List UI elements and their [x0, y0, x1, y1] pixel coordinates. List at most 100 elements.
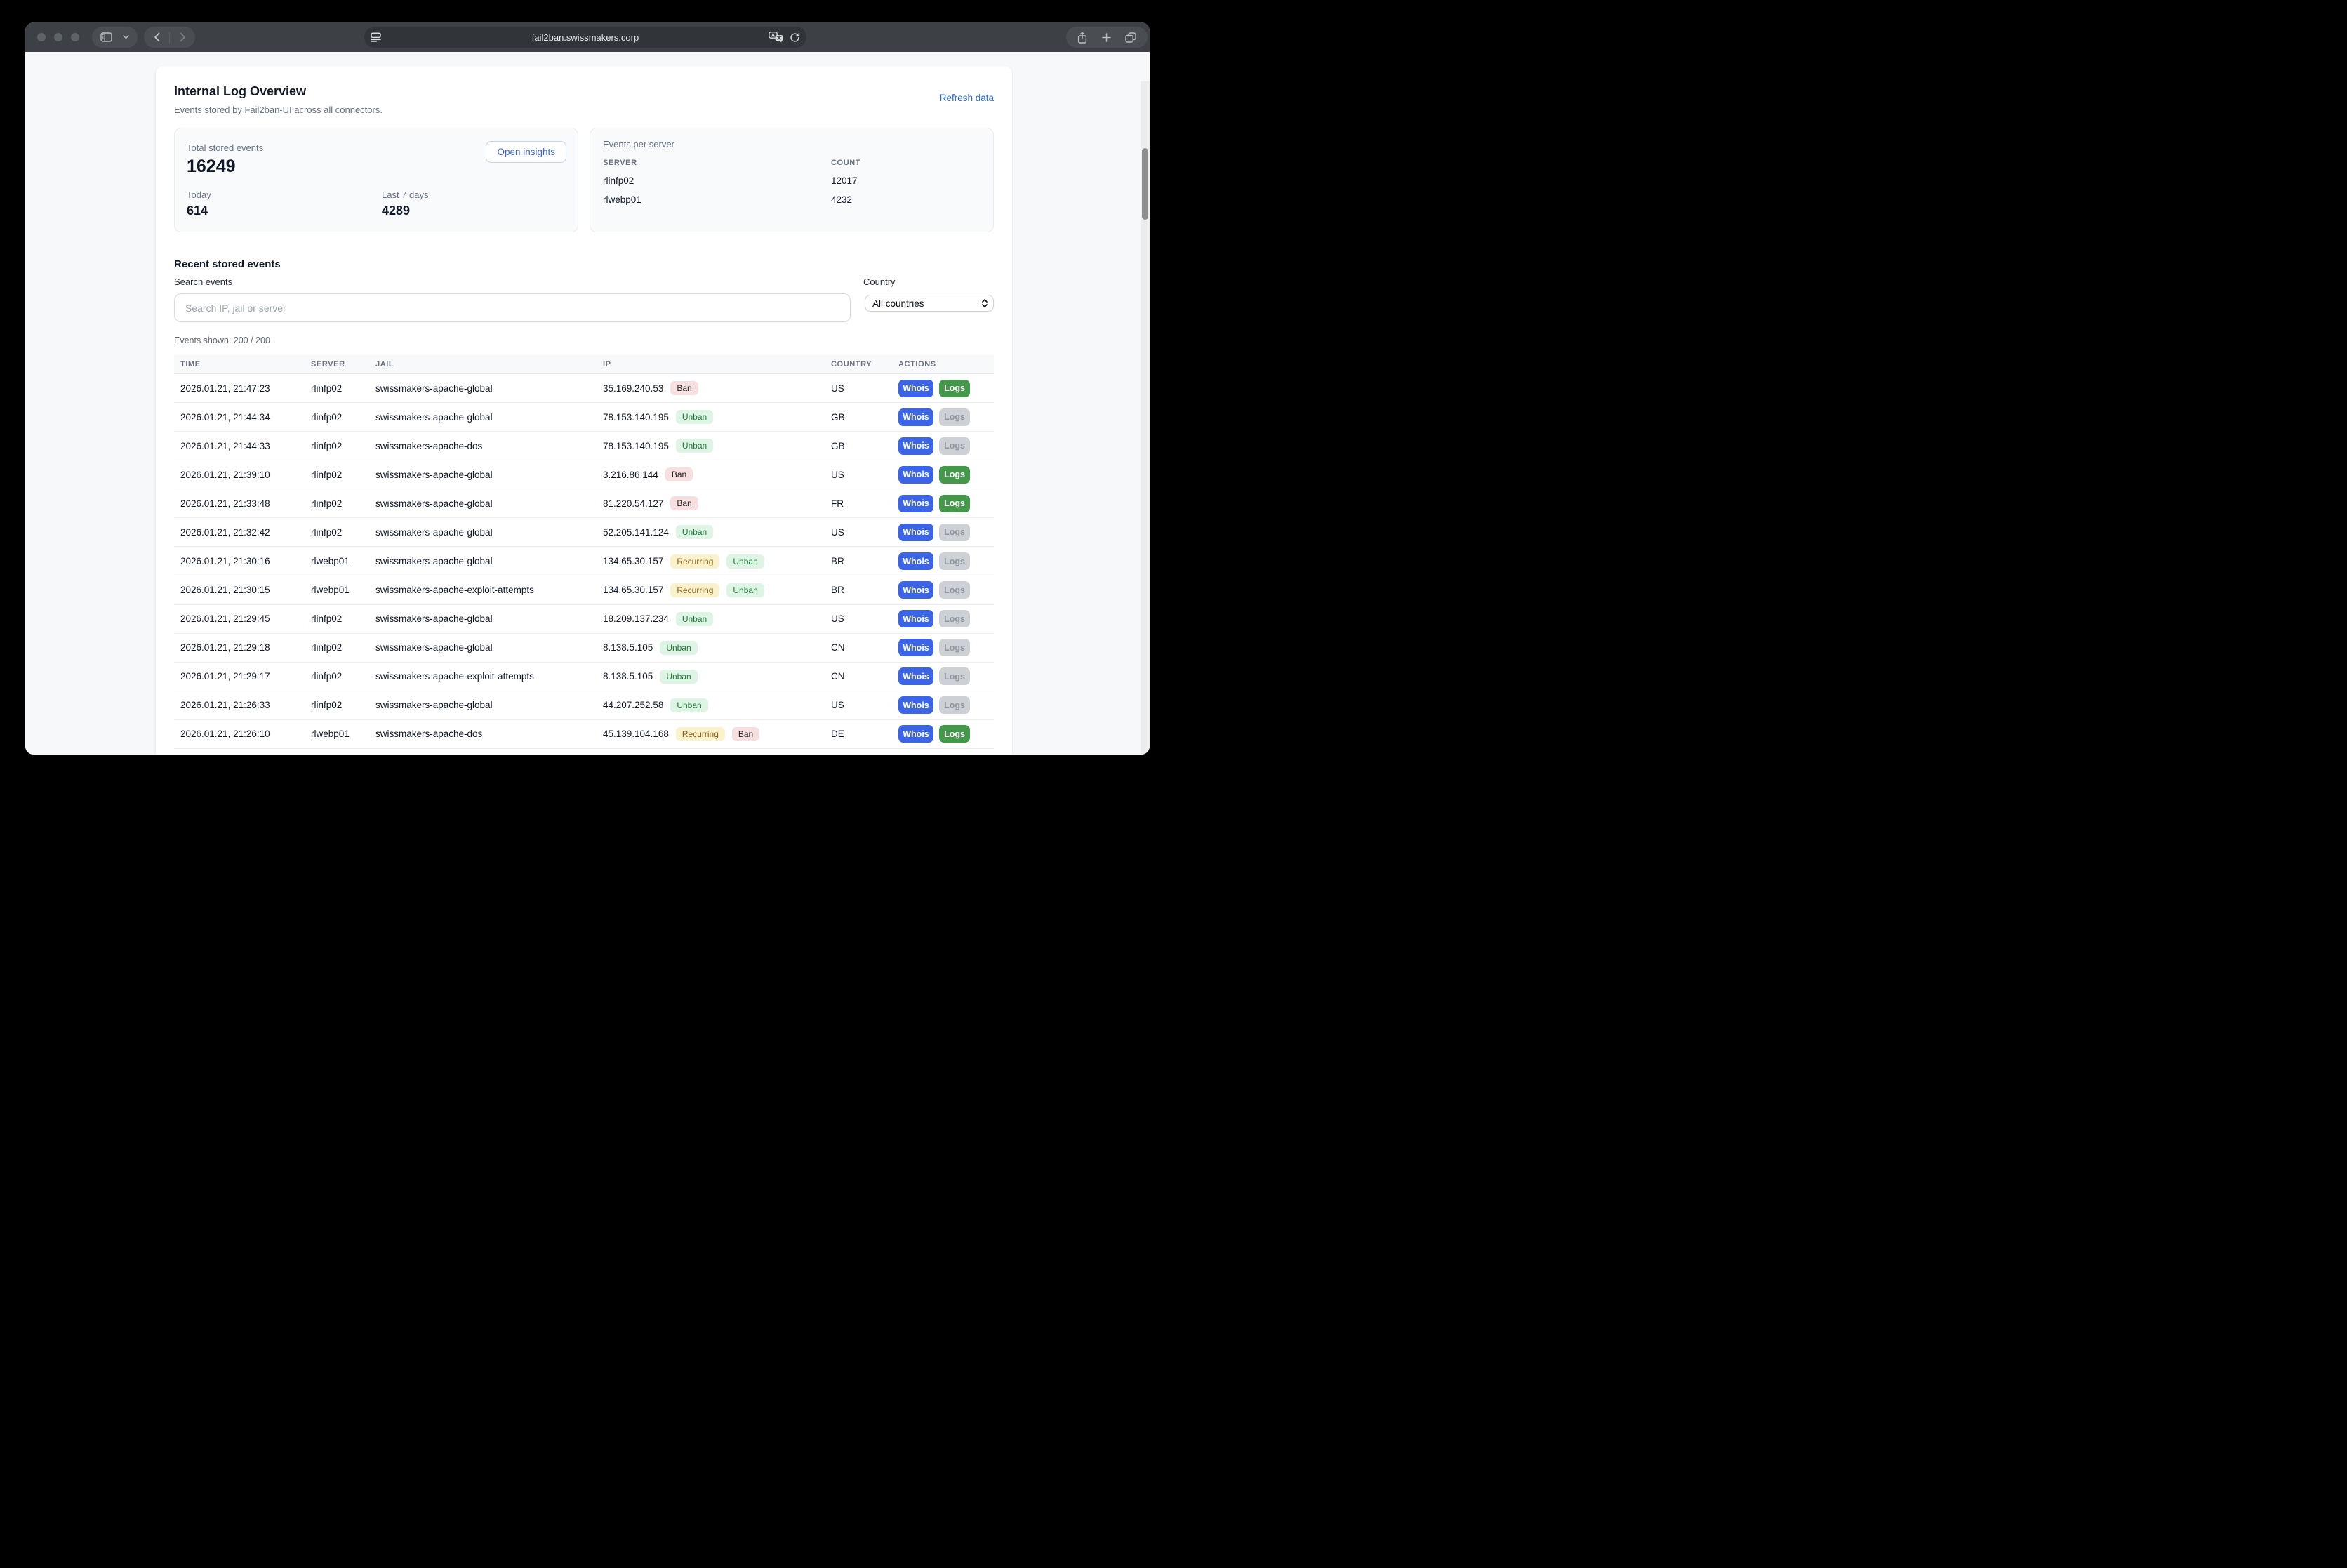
- event-actions: Whois Logs: [898, 667, 994, 685]
- logs-button[interactable]: Logs: [939, 524, 970, 541]
- logs-button[interactable]: Logs: [939, 581, 970, 599]
- event-jail: swissmakers-apache-exploit-attempts: [375, 585, 603, 595]
- logs-button[interactable]: Logs: [939, 495, 970, 512]
- logs-button[interactable]: Logs: [939, 466, 970, 484]
- logs-button[interactable]: Logs: [939, 667, 970, 685]
- close-window-button[interactable]: [37, 33, 46, 41]
- whois-button[interactable]: Whois: [898, 696, 933, 714]
- address-bar[interactable]: fail2ban.swissmakers.corp A: [364, 27, 806, 48]
- event-time: 2026.01.21, 21:30:15: [174, 585, 311, 595]
- zoom-window-button[interactable]: [71, 33, 79, 41]
- translate-button[interactable]: A: [769, 32, 783, 43]
- per-server-col-count: Count: [831, 159, 980, 167]
- event-country: GB: [831, 441, 898, 451]
- event-country: US: [831, 383, 898, 394]
- recent-events-heading: Recent stored events: [174, 258, 281, 270]
- forward-button[interactable]: [177, 27, 189, 48]
- logs-button[interactable]: Logs: [939, 552, 970, 570]
- event-time: 2026.01.21, 21:29:18: [174, 642, 311, 653]
- event-server: rlinfp02: [311, 498, 375, 509]
- whois-button[interactable]: Whois: [898, 408, 933, 426]
- country-label: Country: [863, 277, 896, 287]
- sidebar-menu-button[interactable]: [120, 27, 132, 48]
- event-time: 2026.01.21, 21:32:42: [174, 527, 311, 538]
- logs-button[interactable]: Logs: [939, 408, 970, 426]
- total-events-value: 16249: [187, 157, 236, 177]
- event-server: rlinfp02: [311, 441, 375, 451]
- tab-overview-button[interactable]: [1122, 27, 1139, 48]
- event-time: 2026.01.21, 21:30:16: [174, 556, 311, 566]
- event-time: 2026.01.21, 21:26:33: [174, 700, 311, 710]
- event-ip: 18.209.137.234: [603, 613, 669, 624]
- table-row: 2026.01.21, 21:47:23rlinfp02swissmakers-…: [174, 374, 994, 403]
- event-ip: 8.138.5.105: [603, 642, 653, 653]
- event-jail: swissmakers-apache-global: [375, 383, 603, 394]
- translate-icon: A: [769, 32, 783, 43]
- event-actions: Whois Logs: [898, 696, 994, 714]
- whois-button[interactable]: Whois: [898, 610, 933, 627]
- new-tab-button[interactable]: [1099, 27, 1114, 48]
- event-ip: 134.65.30.157: [603, 556, 663, 566]
- chevron-down-icon: [123, 35, 129, 39]
- search-input[interactable]: [174, 293, 851, 322]
- event-jail: swissmakers-apache-global: [375, 700, 603, 710]
- whois-button[interactable]: Whois: [898, 581, 933, 599]
- server-count: 4232: [831, 194, 980, 205]
- logs-button[interactable]: Logs: [939, 696, 970, 714]
- event-server: rlinfp02: [311, 412, 375, 423]
- col-server: Server: [311, 360, 375, 368]
- whois-button[interactable]: Whois: [898, 466, 933, 484]
- share-icon: [1077, 32, 1087, 44]
- logs-button[interactable]: Logs: [939, 610, 970, 627]
- per-server-header: Server Count: [590, 159, 993, 167]
- logs-button[interactable]: Logs: [939, 725, 970, 743]
- event-ip-cell: 78.153.140.195Unban: [603, 410, 831, 424]
- ban-badge: Ban: [665, 467, 693, 481]
- unban-badge: Unban: [676, 525, 713, 539]
- forward-icon: [180, 32, 186, 42]
- share-button[interactable]: [1075, 27, 1090, 48]
- whois-button[interactable]: Whois: [898, 495, 933, 512]
- open-insights-button[interactable]: Open insights: [486, 141, 566, 163]
- event-jail: swissmakers-apache-global: [375, 470, 603, 480]
- event-ip: 81.220.54.127: [603, 498, 663, 509]
- total-events-card: Total stored events 16249 Open insights …: [174, 128, 578, 232]
- whois-button[interactable]: Whois: [898, 639, 933, 656]
- whois-button[interactable]: Whois: [898, 524, 933, 541]
- logs-button[interactable]: Logs: [939, 639, 970, 656]
- events-table-body: 2026.01.21, 21:47:23rlinfp02swissmakers-…: [174, 374, 994, 749]
- col-actions: Actions: [898, 360, 994, 368]
- reload-button[interactable]: [790, 32, 800, 43]
- event-time: 2026.01.21, 21:29:17: [174, 671, 311, 682]
- logs-button[interactable]: Logs: [939, 437, 970, 455]
- today-value: 614: [187, 204, 208, 218]
- browser-toolbar: fail2ban.swissmakers.corp A: [25, 22, 1150, 52]
- browser-window: fail2ban.swissmakers.corp A: [25, 22, 1150, 755]
- minimize-window-button[interactable]: [54, 33, 62, 41]
- back-button[interactable]: [151, 27, 163, 48]
- event-ip-cell: 134.65.30.157RecurringUnban: [603, 554, 831, 569]
- event-time: 2026.01.21, 21:44:34: [174, 412, 311, 423]
- event-ip: 35.169.240.53: [603, 383, 663, 394]
- whois-button[interactable]: Whois: [898, 437, 933, 455]
- tabs-overview-icon: [1125, 32, 1136, 43]
- page-subtitle: Events stored by Fail2ban-UI across all …: [174, 105, 383, 115]
- sidebar-toggle-button[interactable]: [98, 27, 115, 48]
- overview-card: Internal Log Overview Events stored by F…: [156, 66, 1012, 755]
- event-jail: swissmakers-apache-global: [375, 498, 603, 509]
- table-row: 2026.01.21, 21:39:10rlinfp02swissmakers-…: [174, 460, 994, 489]
- logs-button[interactable]: Logs: [939, 380, 970, 397]
- whois-button[interactable]: Whois: [898, 667, 933, 685]
- whois-button[interactable]: Whois: [898, 552, 933, 570]
- whois-button[interactable]: Whois: [898, 380, 933, 397]
- scrollbar-track[interactable]: [1141, 81, 1150, 755]
- scrollbar-thumb[interactable]: [1142, 148, 1148, 220]
- country-select[interactable]: All countries: [865, 295, 994, 312]
- event-ip-cell: 35.169.240.53Ban: [603, 381, 831, 395]
- event-server: rlinfp02: [311, 642, 375, 653]
- whois-button[interactable]: Whois: [898, 725, 933, 743]
- refresh-data-link[interactable]: Refresh data: [940, 93, 994, 103]
- server-name: rlinfp02: [603, 175, 831, 186]
- event-ip-cell: 8.138.5.105Unban: [603, 641, 831, 655]
- event-ip-cell: 52.205.141.124Unban: [603, 525, 831, 539]
